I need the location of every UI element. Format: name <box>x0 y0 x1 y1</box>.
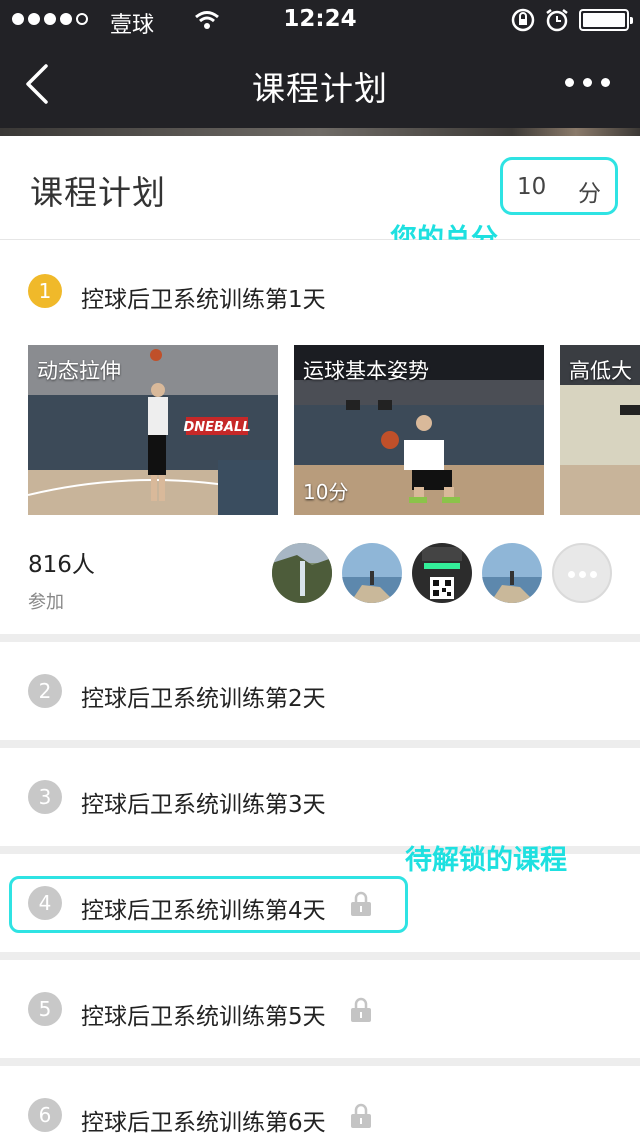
navigation-bar: 课程计划 <box>0 40 640 128</box>
lock-icon <box>351 997 371 1022</box>
day-title: 控球后卫系统训练第5天 <box>81 1004 326 1030</box>
nav-title: 课程计划 <box>252 69 388 108</box>
day-3-row[interactable]: 3 控球后卫系统训练第3天 <box>0 748 640 846</box>
day-number-badge: 2 <box>28 674 62 708</box>
score-value: 10 <box>517 174 547 200</box>
day-title: 控球后卫系统训练第3天 <box>81 792 326 818</box>
video-thumbnail[interactable]: 运球基本姿势 10分 <box>294 345 544 515</box>
avatar[interactable] <box>272 543 332 603</box>
more-participants-button[interactable] <box>552 543 612 603</box>
day-number-badge: 5 <box>28 992 62 1026</box>
day-title: 控球后卫系统训练第2天 <box>81 686 326 712</box>
video-caption: 动态拉伸 <box>37 359 121 383</box>
plan-header: 课程计划 10 分 <box>0 136 640 240</box>
video-thumbnail[interactable]: 高低大 <box>560 345 640 515</box>
video-caption: 运球基本姿势 <box>303 359 429 383</box>
day-2-row[interactable]: 2 控球后卫系统训练第2天 <box>0 642 640 740</box>
rotation-lock-icon <box>511 8 535 32</box>
day-title: 控球后卫系统训练第6天 <box>81 1110 326 1136</box>
avatar[interactable] <box>342 543 402 603</box>
cover-image-strip <box>0 128 640 136</box>
status-bar: 壹球 12:24 <box>0 0 640 40</box>
day-5-row[interactable]: 5 控球后卫系统训练第5天 <box>0 960 640 1058</box>
lock-icon <box>351 1103 371 1128</box>
score-unit: 分 <box>578 181 601 207</box>
locked-course-highlight <box>9 876 408 933</box>
day-number-badge: 1 <box>28 274 62 308</box>
day-6-row[interactable]: 6 控球后卫系统训练第6天 <box>0 1066 640 1136</box>
alarm-icon <box>546 9 568 32</box>
day-number-badge: 3 <box>28 780 62 814</box>
svg-text:DNEBALL: DNEBALL <box>183 420 250 435</box>
page-title: 课程计划 <box>30 173 166 212</box>
avatar[interactable] <box>412 543 472 603</box>
video-caption: 高低大 <box>569 359 632 383</box>
day-title: 控球后卫系统训练第1天 <box>81 287 326 313</box>
battery-icon <box>579 9 633 31</box>
total-score-box: 10 分 <box>500 157 618 215</box>
more-options-icon[interactable] <box>565 78 610 87</box>
clock-time: 12:24 <box>283 6 357 32</box>
day-1-card[interactable]: 1 控球后卫系统训练第1天 DNEBALL 动态拉伸 运球基本姿势 10分 高低… <box>0 240 640 634</box>
day-number-badge: 6 <box>28 1098 62 1132</box>
locked-course-annotation: 待解锁的课程 <box>405 845 567 876</box>
participants-count: 816人 <box>28 552 95 578</box>
video-thumbnail[interactable]: DNEBALL 动态拉伸 <box>28 345 278 515</box>
video-points: 10分 <box>303 480 349 504</box>
avatar[interactable] <box>482 543 542 603</box>
participants-label: 参加 <box>28 592 64 613</box>
